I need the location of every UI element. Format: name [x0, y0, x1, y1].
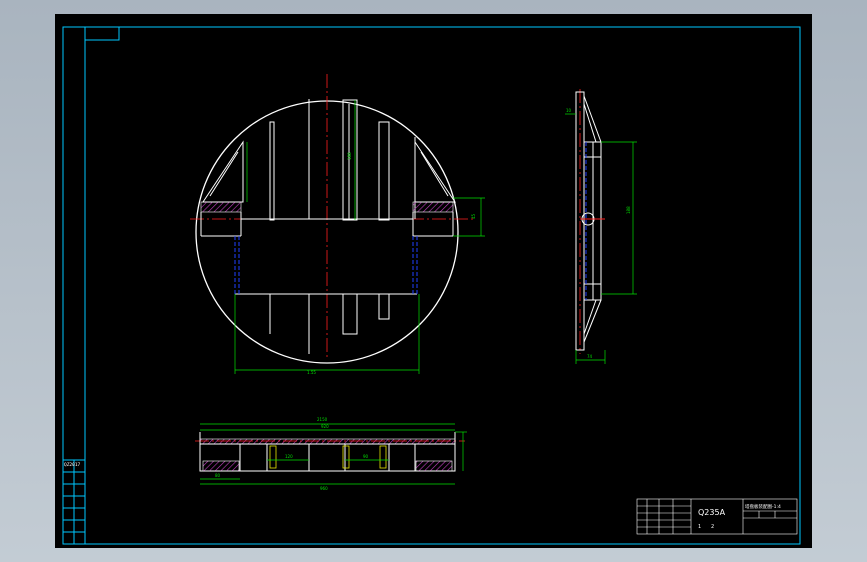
bottom-inner-dim: 920 — [321, 424, 329, 429]
side-top-dim: 10 — [566, 108, 572, 113]
material-label: Q235A — [698, 508, 726, 517]
drawing-name: 塔盘板装配图-1:4 — [745, 503, 781, 510]
hidden-lines — [234, 236, 418, 294]
bottom-view: 2150 920 80 120 90 960 — [195, 417, 467, 491]
cad-drawing: QZ2017 Q235A 塔盘板装配图-1:4 1 2 1.55 188 45 … — [62, 26, 801, 545]
bottom-seg2-dim: 90 — [363, 454, 369, 459]
side-view: 188 74 10 — [565, 89, 637, 364]
left-title-strip — [63, 459, 85, 544]
left-bracket — [202, 140, 244, 203]
front-width-dim: 1.55 — [307, 370, 316, 375]
side-height-dim: 188 — [626, 206, 631, 214]
side-bottom-dim: 74 — [587, 354, 593, 359]
bottom-seg1-dim: 120 — [285, 454, 293, 459]
right-stub-dim: 45 — [471, 213, 476, 219]
drawing-sheet: QZ2017 Q235A 塔盘板装配图-1:4 1 2 1.55 188 45 … — [55, 14, 812, 548]
front-height-dim: 188 — [347, 152, 352, 160]
right-hatch — [412, 201, 454, 213]
front-view: 1.55 188 45 — [190, 74, 485, 375]
left-hatch — [200, 201, 242, 213]
bottom-left-dim: 80 — [215, 473, 221, 478]
tray-bars — [269, 99, 416, 354]
strip-label: QZ2017 — [64, 462, 81, 468]
bottom-total-dim: 960 — [320, 486, 328, 491]
scale-b: 2 — [711, 524, 714, 530]
front-dimensions — [234, 100, 485, 374]
bottom-overall-dim: 2150 — [317, 417, 328, 422]
right-bracket — [414, 140, 456, 203]
scale-a: 1 — [698, 524, 701, 530]
